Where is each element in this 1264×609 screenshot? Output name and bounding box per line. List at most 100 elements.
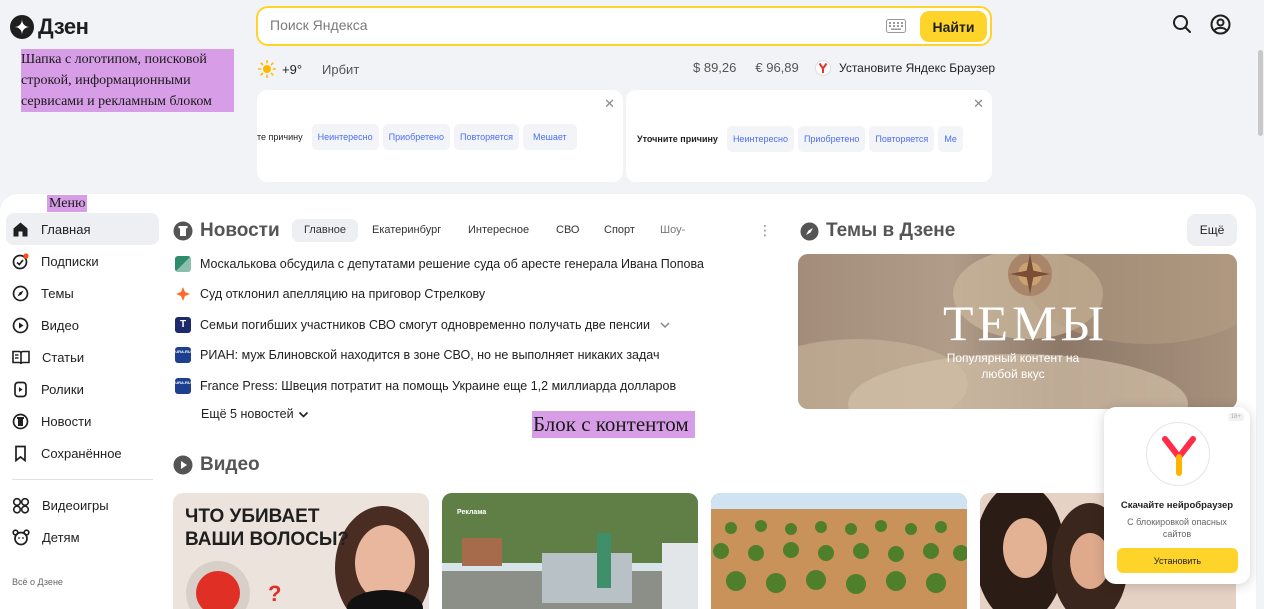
video-card[interactable] xyxy=(711,493,967,609)
video-section-icon xyxy=(173,455,193,475)
bookmark-icon xyxy=(15,445,26,462)
news-item[interactable]: Суд отклонил апелляцию на приговор Стрел… xyxy=(175,286,485,302)
news-headline: Суд отклонил апелляцию на приговор Стрел… xyxy=(200,287,486,301)
video-icon xyxy=(12,317,29,333)
weather-widget[interactable]: +9° Ирбит xyxy=(258,60,359,78)
themes-section-title[interactable]: Темы в Дзене xyxy=(800,220,955,242)
annotation-header: Шапка с логотипом, поисковой строкой, ин… xyxy=(21,49,234,112)
reason-chip-not-interesting[interactable]: Неинтересно xyxy=(726,126,794,152)
search-input[interactable] xyxy=(270,17,870,33)
themes-banner[interactable]: ТЕМЫ Популярный контент на любой вкус xyxy=(798,254,1237,409)
chevron-down-icon[interactable] xyxy=(659,320,671,330)
tab-showbiz[interactable]: Шоу-бизнес xyxy=(648,219,726,242)
themes-banner-subtitle: Популярный контент на любой вкус xyxy=(946,351,1080,381)
sidebar-item-subscriptions[interactable]: Подписки xyxy=(6,245,159,277)
news-item[interactable]: URA.RU РИАН: муж Блиновской находится в … xyxy=(175,347,660,363)
search-icon[interactable] xyxy=(1172,14,1192,34)
more-tabs-icon[interactable]: ⋮ xyxy=(758,222,772,239)
video-card-title: ЧТО УБИВАЕТ ВАШИ ВОЛОСЫ? xyxy=(185,506,350,550)
more-news-label: Ещё 5 новостей xyxy=(201,407,294,421)
profile-icon[interactable] xyxy=(1210,14,1231,35)
reason-chip-bought[interactable]: Приобретено xyxy=(382,124,451,150)
ad-feedback-card-left: ✕ те причину Неинтересно Приобретено Пов… xyxy=(257,90,623,182)
browser-promo-text: Установите Яндекс Браузер xyxy=(839,61,996,75)
news-headline: РИАН: муж Блиновской находится в зоне СВ… xyxy=(200,348,660,362)
kids-icon xyxy=(12,528,30,545)
close-icon[interactable]: ✕ xyxy=(973,96,984,112)
news-source-logo: URA.RU xyxy=(175,347,191,363)
popup-subtitle: С блокировкой опасных сайтов xyxy=(1127,517,1227,539)
sun-icon xyxy=(258,60,276,78)
ad-reason-row: Уточните причину Неинтересно Приобретено… xyxy=(637,126,963,152)
keyboard-icon[interactable] xyxy=(886,19,906,33)
video-card-ad[interactable]: Реклама xyxy=(442,493,698,609)
browser-download-popup: 18+ Скачайте нейробраузер С блокировкой … xyxy=(1104,407,1250,584)
sidebar-item-kids[interactable]: Детям xyxy=(6,521,159,553)
yandex-browser-logo-icon xyxy=(1146,422,1210,486)
tab-ekaterinburg[interactable]: Екатеринбург xyxy=(360,219,453,242)
logo-text: Дзен xyxy=(38,14,89,39)
ad-reason-row: те причину Неинтересно Приобретено Повто… xyxy=(257,124,577,150)
ad-reason-label: Уточните причину xyxy=(637,134,718,144)
sidebar-item-video[interactable]: Видео xyxy=(6,309,159,341)
news-headline: Семьи погибших участников СВО смогут одн… xyxy=(200,318,650,332)
chevron-down-icon xyxy=(298,411,308,418)
currency-rates[interactable]: $ 89,26 € 96,89 xyxy=(693,60,799,75)
sidebar-item-label: Видео xyxy=(41,317,79,333)
more-news-button[interactable]: Ещё 5 новостей xyxy=(201,407,309,421)
scrollbar-thumb[interactable] xyxy=(1258,50,1263,136)
news-item[interactable]: URA.RU France Press: Швеция потратит на … xyxy=(175,378,676,394)
dzen-logo[interactable]: Дзен xyxy=(10,14,89,40)
reason-chip-annoying[interactable]: Ме xyxy=(938,126,963,152)
articles-icon xyxy=(12,350,30,364)
sidebar-item-saved[interactable]: Сохранённое xyxy=(6,437,159,469)
news-item[interactable]: T Семьи погибших участников СВО смогут о… xyxy=(175,317,671,333)
news-source-logo xyxy=(175,286,191,302)
news-section-title[interactable]: Новости xyxy=(173,220,280,242)
reason-chip-repeats[interactable]: Повторяется xyxy=(869,126,935,152)
news-headline: France Press: Швеция потратит на помощь … xyxy=(200,379,677,393)
scrollbar-track[interactable] xyxy=(1257,0,1264,609)
news-title-text: Новости xyxy=(200,220,280,241)
tab-interesting[interactable]: Интересное xyxy=(456,219,541,242)
themes-more-button[interactable]: Ещё xyxy=(1187,214,1237,246)
browser-promo-link[interactable]: Установите Яндекс Браузер xyxy=(815,60,995,76)
weather-temp: +9° xyxy=(282,61,303,77)
search-bar: Найти xyxy=(256,6,992,46)
sidebar-item-news[interactable]: Новости xyxy=(6,405,159,437)
gamepad-icon xyxy=(12,497,30,514)
news-icon xyxy=(12,413,29,429)
reason-chip-not-interesting[interactable]: Неинтересно xyxy=(311,124,379,150)
sidebar-item-label: Новости xyxy=(41,413,92,429)
reason-chip-bought[interactable]: Приобретено xyxy=(797,126,866,152)
sidebar-item-label: Главная xyxy=(41,221,91,237)
video-card[interactable]: ? ЧТО УБИВАЕТ ВАШИ ВОЛОСЫ? xyxy=(173,493,429,609)
sidebar-item-articles[interactable]: Статьи xyxy=(6,341,159,373)
menu-divider xyxy=(12,479,153,480)
sidebar-item-shorts[interactable]: Ролики xyxy=(6,373,159,405)
sidebar-item-home[interactable]: Главная xyxy=(6,213,159,245)
themes-title-text: Темы в Дзене xyxy=(826,220,956,241)
annotation-menu: Меню xyxy=(47,195,88,212)
home-icon xyxy=(13,222,28,236)
reason-chip-repeats[interactable]: Повторяется xyxy=(454,124,519,150)
close-icon[interactable]: ✕ xyxy=(604,96,615,112)
install-button[interactable]: Установить xyxy=(1117,548,1238,573)
video-section-title[interactable]: Видео xyxy=(173,454,260,476)
reason-chip-annoying[interactable]: Мешает xyxy=(523,124,577,150)
ad-badge: Реклама xyxy=(457,509,487,516)
dzen-logo-icon xyxy=(10,15,34,39)
age-badge: 18+ xyxy=(1227,413,1244,421)
sidebar-item-themes[interactable]: Темы xyxy=(6,277,159,309)
sidebar-item-videogames[interactable]: Видеоигры xyxy=(6,489,159,521)
search-button[interactable]: Найти xyxy=(920,11,987,42)
city-name[interactable]: Ирбит xyxy=(322,62,359,77)
tab-sport[interactable]: Спорт xyxy=(592,219,647,242)
tab-main[interactable]: Главное xyxy=(292,219,359,242)
tab-svo[interactable]: СВО xyxy=(544,219,591,242)
eur-rate: € 96,89 xyxy=(755,60,799,75)
news-item[interactable]: Москалькова обсудила с депутатами решени… xyxy=(175,256,704,272)
about-dzen-link[interactable]: Всё о Дзене xyxy=(12,577,63,587)
news-headline: Москалькова обсудила с депутатами решени… xyxy=(200,257,704,271)
video-title-text: Видео xyxy=(200,454,260,475)
